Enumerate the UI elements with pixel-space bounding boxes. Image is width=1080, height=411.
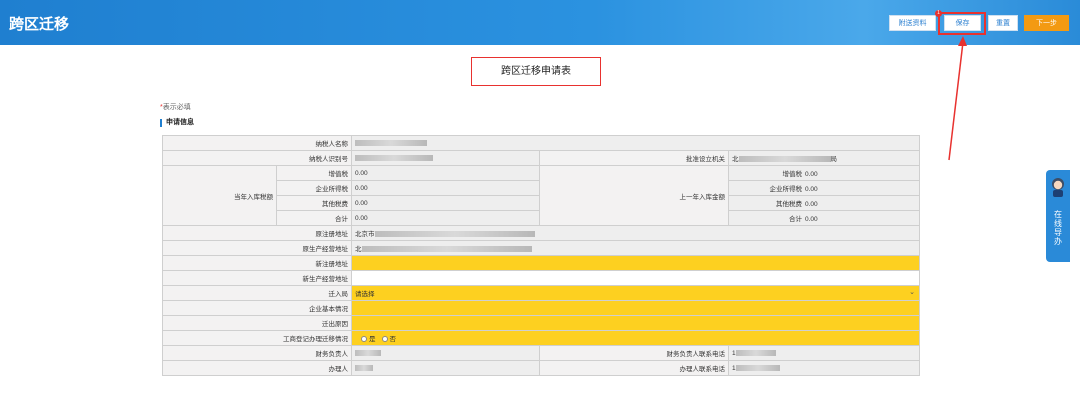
label-new-biz-addr: 新生产经营地址: [162, 270, 352, 286]
label-last-year-tax: 上一年入库金额: [539, 165, 729, 226]
label-last-other: 其他税费: [776, 201, 802, 208]
new-reg-addr-input[interactable]: [351, 255, 920, 271]
label-current-other: 其他税费: [276, 195, 352, 211]
label-biz-reg-status: 工商登记办理迁移情况: [162, 330, 352, 346]
move-reason-input[interactable]: [351, 315, 920, 331]
redacted-value: [355, 154, 433, 161]
label-company-basic: 企业基本情况: [162, 300, 352, 316]
bureau-placeholder: 请选择: [355, 291, 375, 298]
required-note: *表示必填: [160, 102, 191, 112]
last-other-row: 其他税费 0.00: [728, 195, 920, 211]
redacted-value: [374, 231, 535, 238]
finance-person-input[interactable]: [351, 345, 540, 361]
last-cit-value: 0.00: [805, 186, 818, 193]
approval-suffix: 局: [830, 156, 838, 163]
label-current-total: 合计: [276, 210, 352, 226]
application-form-table: 纳税人名称 纳税人识别号 批准设立机关 北局 当年入库税额 增值税 0.00 上…: [162, 135, 920, 376]
online-guide-label: 在线导办: [1054, 210, 1062, 246]
new-biz-addr-input[interactable]: [351, 270, 920, 286]
label-handler-phone: 办理人联系电话: [539, 360, 729, 376]
label-orig-reg-addr: 原注册地址: [162, 225, 352, 241]
company-basic-input[interactable]: [351, 300, 920, 316]
label-current-year-tax: 当年入库税额: [162, 165, 277, 226]
required-note-text: 表示必填: [162, 104, 191, 111]
current-vat-value: 0.00: [351, 165, 540, 181]
label-orig-biz-addr: 原生产经营地址: [162, 240, 352, 256]
chevron-down-icon: ⌄: [909, 289, 915, 296]
radio-yes-label: 是: [369, 336, 376, 343]
last-total-row: 合计 0.00: [728, 210, 920, 226]
redacted-value: [738, 156, 831, 163]
online-guide-widget[interactable]: 在线导办: [1046, 170, 1070, 262]
orig-reg-prefix: 北京市: [355, 231, 375, 238]
label-taxpayer-id: 纳税人识别号: [162, 150, 352, 166]
handler-input[interactable]: [351, 360, 540, 376]
taxpayer-name-value: [351, 135, 920, 151]
handler-phone-input[interactable]: 1: [728, 360, 920, 376]
radio-no[interactable]: [381, 336, 388, 343]
redacted-value: [361, 246, 532, 253]
label-last-total: 合计: [789, 216, 802, 223]
orig-biz-addr-value: 北: [351, 240, 920, 256]
last-other-value: 0.00: [805, 201, 818, 208]
redacted-value: [355, 139, 427, 146]
label-taxpayer-name: 纳税人名称: [162, 135, 352, 151]
move-to-bureau-select[interactable]: 请选择 ⌄: [351, 285, 920, 301]
label-move-to-bureau: 迁入局: [162, 285, 352, 301]
label-current-cit: 企业所得税: [276, 180, 352, 196]
redacted-value: [355, 349, 381, 356]
section-title: 申请信息: [160, 119, 194, 127]
taxpayer-id-value: [351, 150, 540, 166]
radio-yes[interactable]: [361, 336, 367, 343]
approval-org-value: 北局: [728, 150, 920, 166]
current-total-value: 0.00: [351, 210, 540, 226]
label-last-cit: 企业所得税: [769, 186, 803, 193]
last-vat-value: 0.00: [805, 171, 818, 178]
label-move-reason: 迁出原因: [162, 315, 352, 331]
label-finance-phone: 财务负责人联系电话: [539, 345, 729, 361]
label-last-vat: 增值税: [782, 171, 803, 178]
label-approval-org: 批准设立机关: [539, 150, 729, 166]
finance-phone-input[interactable]: 1: [728, 345, 920, 361]
biz-reg-status-radios: 是否: [351, 330, 920, 346]
label-current-vat: 增值税: [276, 165, 352, 181]
last-total-value: 0.00: [805, 216, 818, 223]
last-cit-row: 企业所得税 0.00: [728, 180, 920, 196]
redacted-value: [735, 364, 780, 371]
label-handler: 办理人: [162, 360, 352, 376]
current-other-value: 0.00: [351, 195, 540, 211]
form-title: 跨区迁移申请表: [471, 57, 601, 86]
label-new-reg-addr: 新注册地址: [162, 255, 352, 271]
assistant-avatar-icon: [1052, 178, 1064, 197]
orig-reg-addr-value: 北京市: [351, 225, 920, 241]
current-cit-value: 0.00: [351, 180, 540, 196]
radio-no-label: 否: [389, 336, 397, 343]
redacted-value: [355, 364, 373, 371]
last-vat-row: 增值税 0.00: [728, 165, 920, 181]
label-finance-person: 财务负责人: [162, 345, 352, 361]
redacted-value: [735, 349, 776, 356]
